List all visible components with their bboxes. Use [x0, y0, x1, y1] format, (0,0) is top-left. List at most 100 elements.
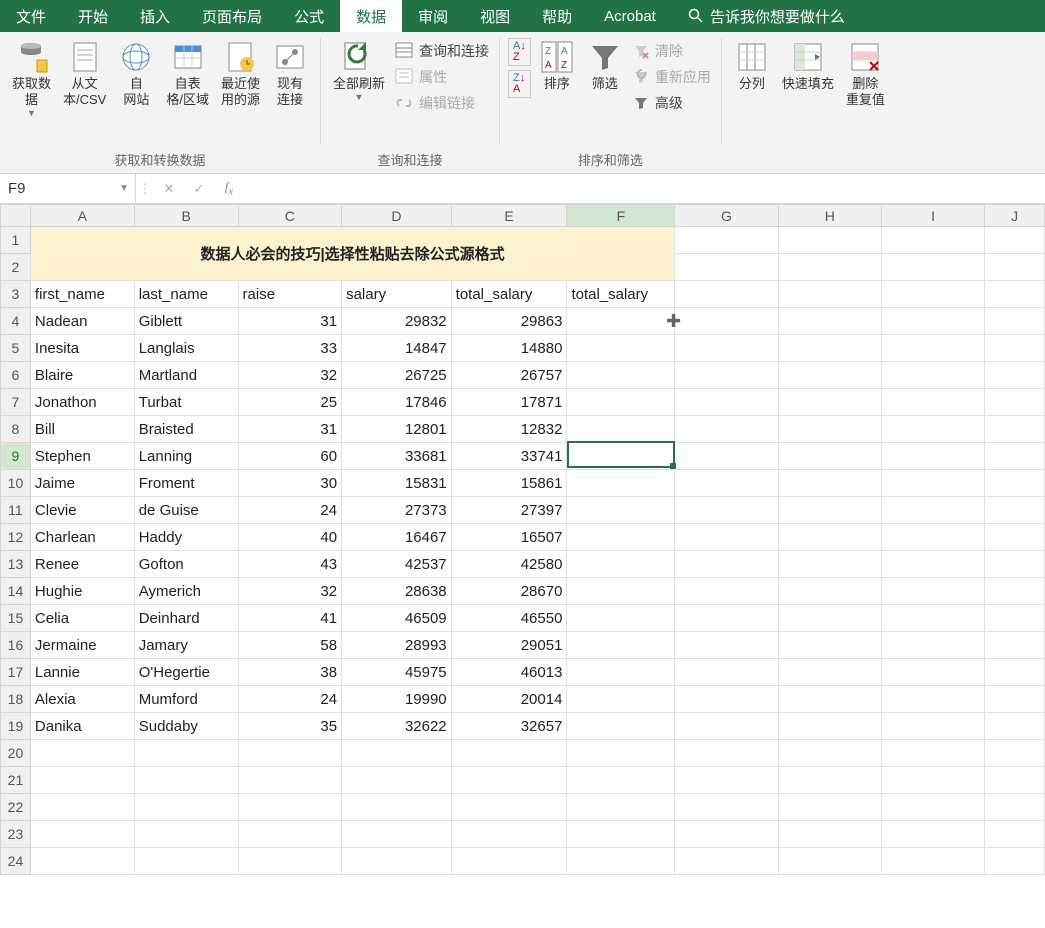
- row-header-4[interactable]: 4: [1, 308, 31, 335]
- cell[interactable]: [675, 848, 778, 875]
- cell[interactable]: [881, 767, 984, 794]
- cell[interactable]: 32622: [342, 713, 452, 740]
- cell[interactable]: [778, 713, 881, 740]
- menu-tab-0[interactable]: 文件: [0, 0, 62, 32]
- row-header-14[interactable]: 14: [1, 578, 31, 605]
- row-header-22[interactable]: 22: [1, 794, 31, 821]
- cell[interactable]: [134, 794, 238, 821]
- cell[interactable]: Gofton: [134, 551, 238, 578]
- cell[interactable]: [985, 794, 1045, 821]
- cell[interactable]: [985, 767, 1045, 794]
- col-header-C[interactable]: C: [238, 205, 342, 227]
- cell[interactable]: Martland: [134, 362, 238, 389]
- cell[interactable]: [881, 605, 984, 632]
- cell[interactable]: [238, 740, 342, 767]
- cell[interactable]: 28670: [451, 578, 567, 605]
- row-header-8[interactable]: 8: [1, 416, 31, 443]
- cell[interactable]: 27373: [342, 497, 452, 524]
- col-header-B[interactable]: B: [134, 205, 238, 227]
- cell[interactable]: [985, 578, 1045, 605]
- advanced-filter-button[interactable]: 高级: [629, 90, 715, 116]
- edit-links-button[interactable]: 编辑链接: [391, 90, 493, 116]
- cell[interactable]: [985, 659, 1045, 686]
- header-cell[interactable]: total_salary: [451, 281, 567, 308]
- cell[interactable]: [985, 308, 1045, 335]
- cell[interactable]: [342, 740, 452, 767]
- cell[interactable]: [778, 335, 881, 362]
- cell[interactable]: [881, 713, 984, 740]
- row-header-5[interactable]: 5: [1, 335, 31, 362]
- cell[interactable]: [30, 821, 134, 848]
- cell[interactable]: [881, 470, 984, 497]
- cell[interactable]: 33741: [451, 443, 567, 470]
- cell[interactable]: 28993: [342, 632, 452, 659]
- cell[interactable]: 12832: [451, 416, 567, 443]
- menu-tab-5[interactable]: 数据: [340, 0, 402, 32]
- cell[interactable]: [675, 605, 778, 632]
- cell[interactable]: [342, 794, 452, 821]
- cell[interactable]: Jonathon: [30, 389, 134, 416]
- cell[interactable]: [567, 578, 675, 605]
- cell[interactable]: [778, 470, 881, 497]
- cell[interactable]: Bill: [30, 416, 134, 443]
- cell[interactable]: [675, 659, 778, 686]
- col-header-H[interactable]: H: [778, 205, 881, 227]
- cell[interactable]: [881, 686, 984, 713]
- title-cell[interactable]: 数据人必会的技巧|选择性粘贴去除公式源格式: [30, 227, 674, 281]
- cell[interactable]: 32: [238, 362, 342, 389]
- row-header-12[interactable]: 12: [1, 524, 31, 551]
- row-header-15[interactable]: 15: [1, 605, 31, 632]
- cell[interactable]: [675, 362, 778, 389]
- cell[interactable]: [451, 821, 567, 848]
- col-header-G[interactable]: G: [675, 205, 778, 227]
- cell[interactable]: [567, 497, 675, 524]
- cell[interactable]: 31: [238, 308, 342, 335]
- cell[interactable]: [881, 308, 984, 335]
- cell[interactable]: [675, 524, 778, 551]
- cell[interactable]: [342, 767, 452, 794]
- cell[interactable]: 14880: [451, 335, 567, 362]
- cell[interactable]: [675, 632, 778, 659]
- cell[interactable]: 29863: [451, 308, 567, 335]
- cell[interactable]: [134, 848, 238, 875]
- row-header-2[interactable]: 2: [1, 254, 31, 281]
- cell[interactable]: Clevie: [30, 497, 134, 524]
- cell[interactable]: 28638: [342, 578, 452, 605]
- cell[interactable]: [675, 335, 778, 362]
- cell[interactable]: [675, 470, 778, 497]
- cell[interactable]: [567, 605, 675, 632]
- col-header-D[interactable]: D: [342, 205, 452, 227]
- worksheet-grid[interactable]: ABCDEFGHIJ1数据人必会的技巧|选择性粘贴去除公式源格式23first_…: [0, 204, 1045, 875]
- cell[interactable]: [985, 335, 1045, 362]
- col-header-F[interactable]: F: [567, 205, 675, 227]
- get-data-btn-1[interactable]: 从文 本/CSV: [57, 36, 112, 108]
- cell[interactable]: 32657: [451, 713, 567, 740]
- cell[interactable]: 32: [238, 578, 342, 605]
- row-header-18[interactable]: 18: [1, 686, 31, 713]
- cell[interactable]: [238, 848, 342, 875]
- cell[interactable]: [675, 443, 778, 470]
- cell[interactable]: Lannie: [30, 659, 134, 686]
- cell[interactable]: [881, 848, 984, 875]
- cell[interactable]: [985, 443, 1045, 470]
- cell[interactable]: [778, 605, 881, 632]
- row-header-13[interactable]: 13: [1, 551, 31, 578]
- cell[interactable]: [778, 632, 881, 659]
- cell[interactable]: 15861: [451, 470, 567, 497]
- cell[interactable]: Inesita: [30, 335, 134, 362]
- cell[interactable]: [778, 389, 881, 416]
- cell[interactable]: [778, 416, 881, 443]
- cell[interactable]: 42580: [451, 551, 567, 578]
- cell[interactable]: Stephen: [30, 443, 134, 470]
- cell[interactable]: [778, 308, 881, 335]
- cell[interactable]: [675, 254, 778, 281]
- cell[interactable]: [778, 740, 881, 767]
- cell[interactable]: 27397: [451, 497, 567, 524]
- row-header-23[interactable]: 23: [1, 821, 31, 848]
- cell[interactable]: 43: [238, 551, 342, 578]
- cell[interactable]: [881, 524, 984, 551]
- cell[interactable]: [567, 470, 675, 497]
- row-header-7[interactable]: 7: [1, 389, 31, 416]
- cell[interactable]: [675, 551, 778, 578]
- cell[interactable]: Alexia: [30, 686, 134, 713]
